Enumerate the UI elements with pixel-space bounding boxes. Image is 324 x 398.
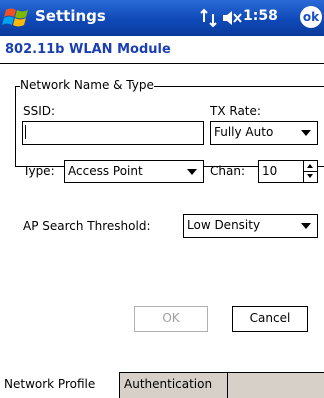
channel-spinner[interactable]: 10 [258,160,318,183]
type-value: Access Point [68,164,143,178]
chevron-down-icon [301,223,311,229]
title-bar: Settings 1:58 ok [0,0,324,36]
groupbox-title: Network Name & Type [20,78,154,92]
ssid-input[interactable] [22,121,204,145]
ok-button[interactable]: OK [134,306,208,332]
ap-search-threshold-value: Low Density [187,218,261,232]
app-title: Settings [35,7,106,25]
ssid-label: SSID: [23,104,56,118]
text-caret [25,125,26,139]
chevron-down-icon [301,130,311,136]
ok-title-button[interactable]: ok [300,6,322,28]
clock[interactable]: 1:58 [243,8,278,24]
tab-network-profile[interactable]: Network Profile [0,372,120,398]
groupbox-left-border [15,86,16,166]
windows-start-icon[interactable] [2,4,32,32]
page-subtitle: 802.11b WLAN Module [5,42,171,57]
spinner-buttons [303,161,317,182]
ap-search-threshold-label: AP Search Threshold: [23,219,151,233]
tx-rate-label: TX Rate: [210,104,261,118]
header-divider [0,63,324,64]
tx-rate-dropdown[interactable]: Fully Auto [210,121,318,145]
tab-authentication[interactable]: Authentication [120,372,228,398]
tab-bar: Network Profile Authentication [0,372,324,398]
connectivity-icon[interactable] [200,8,218,28]
spin-down-icon[interactable] [304,171,317,181]
tx-rate-value: Fully Auto [214,125,274,139]
speaker-muted-icon[interactable] [222,9,242,27]
chan-label: Chan: [210,164,245,178]
cancel-button[interactable]: Cancel [232,306,308,332]
type-label: Type: [23,164,55,178]
type-dropdown[interactable]: Access Point [64,160,204,183]
chevron-down-icon [187,169,197,175]
ap-search-threshold-dropdown[interactable]: Low Density [183,214,318,238]
channel-value: 10 [262,164,278,178]
